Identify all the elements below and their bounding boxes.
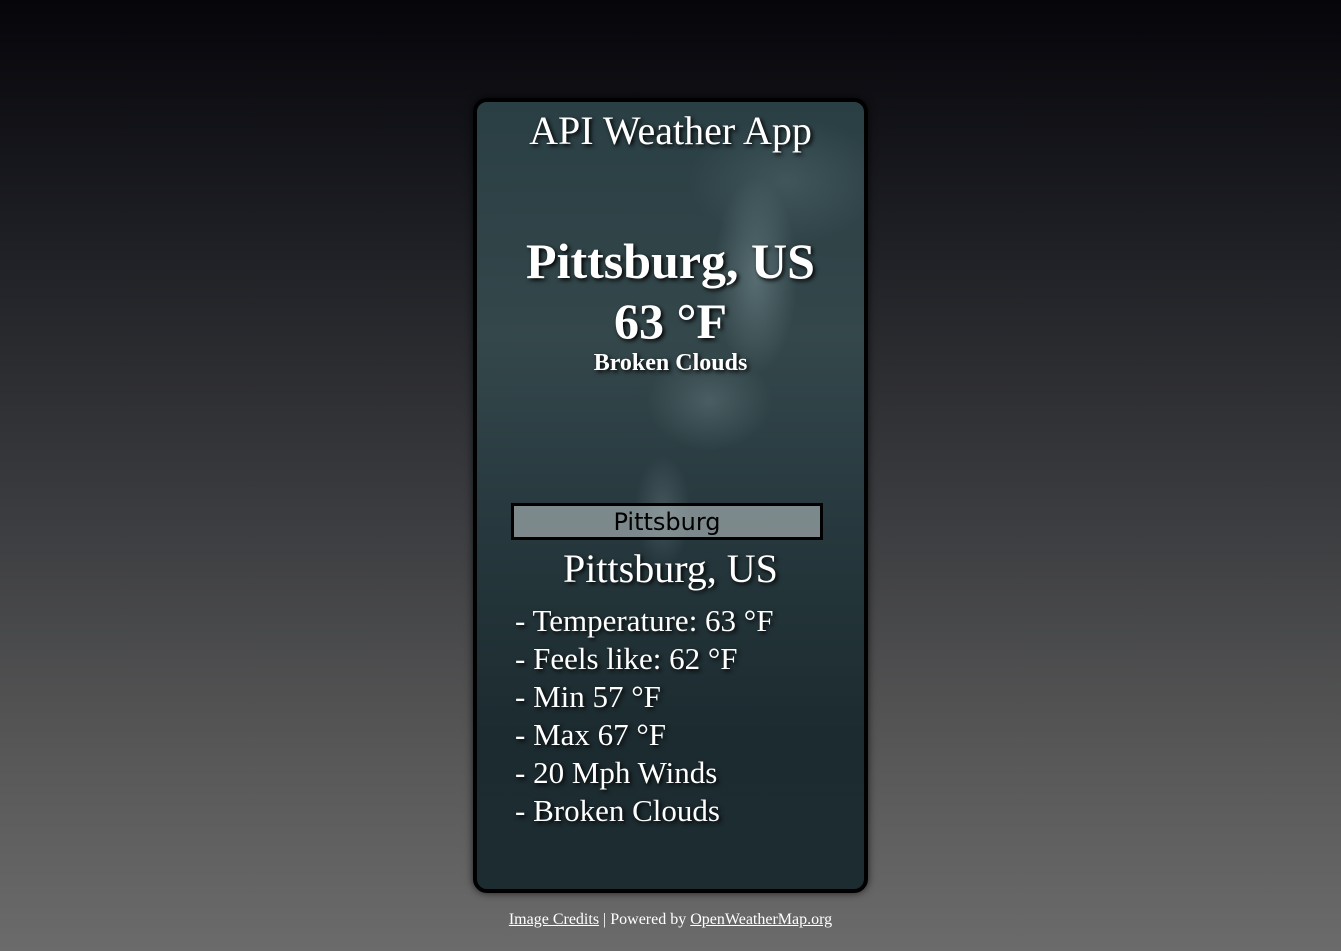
detail-temperature: - Temperature: 63 °F [515, 603, 774, 638]
detail-max: - Max 67 °F [515, 717, 667, 752]
current-description: Broken Clouds [593, 350, 748, 376]
footer: Image Credits | Powered by OpenWeatherMa… [0, 911, 1341, 929]
current-location: Pittsburg, US [526, 233, 815, 289]
openweathermap-link[interactable]: OpenWeatherMap.org [690, 911, 832, 928]
detail-min: - Min 57 °F [515, 679, 661, 714]
detail-conditions: - Broken Clouds [515, 793, 720, 828]
weather-card: API Weather App Pittsburg, US 63 °F Brok… [473, 98, 868, 893]
footer-separator: | Powered by [599, 911, 691, 928]
app-title: API Weather App [529, 108, 812, 153]
city-search-input[interactable] [511, 503, 823, 540]
weather-details-list: - Temperature: 63 °F - Feels like: 62 °F… [515, 602, 773, 830]
image-credits-link[interactable]: Image Credits [509, 911, 599, 928]
detail-location: Pittsburg, US [563, 546, 778, 591]
detail-winds: - 20 Mph Winds [515, 755, 718, 790]
current-temperature: 63 °F [613, 293, 728, 349]
detail-feels-like: - Feels like: 62 °F [515, 641, 738, 676]
